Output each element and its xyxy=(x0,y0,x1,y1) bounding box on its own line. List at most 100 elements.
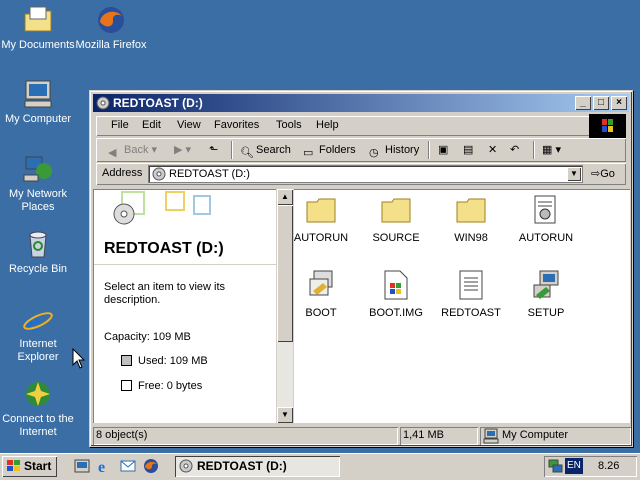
show-desktop-icon[interactable] xyxy=(74,458,90,474)
address-label: Address xyxy=(102,167,143,179)
firefox-icon xyxy=(95,4,127,36)
setup-exe-icon xyxy=(530,269,562,301)
menu-edit[interactable]: Edit xyxy=(142,119,161,131)
internet-explorer-icon: e xyxy=(22,302,54,338)
menu-help[interactable]: Help xyxy=(316,119,339,131)
outlook-express-icon[interactable] xyxy=(120,458,136,474)
file-item[interactable]: AUTORUN xyxy=(511,194,581,244)
network-tray-icon[interactable] xyxy=(547,458,563,474)
title-bar[interactable]: REDTOAST (D:) _ □ × xyxy=(93,94,629,112)
start-button[interactable]: Start xyxy=(2,456,57,477)
maximize-button[interactable]: □ xyxy=(593,96,609,110)
file-item[interactable]: SOURCE xyxy=(361,194,431,244)
address-dropdown-button[interactable]: ▼ xyxy=(567,167,581,181)
image-file-icon xyxy=(380,269,412,301)
up-folder-button[interactable]: ⬑ xyxy=(209,143,218,158)
desktop-icon-recycle-bin[interactable]: Recycle Bin xyxy=(0,228,76,276)
delete-icon: ✕ xyxy=(488,144,498,156)
file-list: AUTORUN SOURCE WIN98 AUTORUN BOOT BOOT.I… xyxy=(294,189,630,423)
desktop-icon-connect-internet[interactable]: Connect to the Internet xyxy=(0,378,76,439)
close-button[interactable]: × xyxy=(611,96,627,110)
internet-explorer-icon[interactable]: e xyxy=(97,458,113,474)
history-icon: ◷ xyxy=(369,147,379,159)
clock[interactable]: 8.26 xyxy=(598,460,619,472)
history-button[interactable]: ◷ History xyxy=(369,143,419,159)
desktop-icon-my-computer[interactable]: My Computer xyxy=(0,78,76,126)
capacity-text: Capacity: 109 MB xyxy=(104,331,191,343)
back-button[interactable]: ◀ Back ▾ xyxy=(108,143,157,159)
my-computer-icon xyxy=(22,78,54,110)
menu-tools[interactable]: Tools xyxy=(276,119,302,131)
desktop-icon-internet-explorer[interactable]: e Internet Explorer xyxy=(0,302,76,364)
copy-to-button[interactable]: ▤ xyxy=(463,143,473,158)
free-legend: Free: 0 bytes xyxy=(121,380,202,392)
svg-text:e: e xyxy=(98,459,105,474)
language-indicator[interactable]: EN xyxy=(565,458,583,474)
move-to-icon: ▣ xyxy=(438,144,449,156)
folder-icon xyxy=(380,194,412,226)
file-item[interactable]: REDTOAST xyxy=(436,269,506,319)
forward-button[interactable]: ▶ ▾ xyxy=(174,143,191,158)
menu-bar: File Edit View Favorites Tools Help xyxy=(96,116,591,136)
system-tray: EN 8.26 xyxy=(544,456,637,477)
back-arrow-icon: ◀ xyxy=(108,147,117,159)
file-item[interactable]: WIN98 xyxy=(436,194,506,244)
desktop-icon-network-places[interactable]: My Network Places xyxy=(0,153,76,214)
minimize-button[interactable]: _ xyxy=(575,96,591,110)
status-size: 1,41 MB xyxy=(400,427,478,445)
taskbar-window-button[interactable]: REDTOAST (D:) xyxy=(175,456,340,477)
file-item[interactable]: BOOT.IMG xyxy=(361,269,431,319)
my-documents-icon xyxy=(22,4,54,36)
menu-file[interactable]: File xyxy=(111,119,129,131)
delete-button[interactable]: ✕ xyxy=(488,143,497,158)
address-field[interactable]: REDTOAST (D:) ▼ xyxy=(148,165,583,183)
mouse-cursor-icon xyxy=(72,348,86,369)
up-folder-icon: ⬑ xyxy=(209,144,219,156)
file-item[interactable]: AUTORUN xyxy=(286,194,356,244)
address-value: REDTOAST (D:) xyxy=(169,168,250,180)
search-button[interactable]: 🔍︎ Search xyxy=(240,143,291,159)
drive-banner-icon xyxy=(113,191,211,225)
connect-internet-icon xyxy=(22,378,54,410)
cd-drive-icon xyxy=(179,459,193,473)
my-computer-icon xyxy=(483,428,499,444)
cd-drive-icon xyxy=(96,96,110,110)
explorer-window: REDTOAST (D:) _ □ × File Edit View Favor… xyxy=(89,90,633,447)
window-title: REDTOAST (D:) xyxy=(113,96,203,110)
folder-icon xyxy=(455,194,487,226)
status-object-count: 8 object(s) xyxy=(93,427,398,445)
used-legend: Used: 109 MB xyxy=(121,355,208,367)
desktop-icon-my-documents[interactable]: My Documents xyxy=(0,4,76,52)
search-icon: 🔍︎ xyxy=(240,147,254,159)
scroll-down-button[interactable]: ▼ xyxy=(277,407,293,423)
views-button[interactable]: ▦ ▾ xyxy=(542,143,561,158)
firefox-icon[interactable] xyxy=(143,458,159,474)
file-item[interactable]: BOOT xyxy=(286,269,356,319)
settings-file-icon xyxy=(530,194,562,226)
taskbar: Start e REDTOAST (D:) EN 8.26 xyxy=(0,453,640,480)
recycle-bin-icon xyxy=(22,228,54,260)
standard-toolbar: ◀ Back ▾ ▶ ▾ ⬑ 🔍︎ Search ▭ Folders ◷ History… xyxy=(96,138,626,162)
text-file-icon xyxy=(455,269,487,301)
free-swatch xyxy=(121,380,132,391)
windows-flag-icon xyxy=(7,460,20,471)
copy-to-icon: ▤ xyxy=(463,144,474,156)
menu-favorites[interactable]: Favorites xyxy=(214,119,259,131)
address-bar: Address REDTOAST (D:) ▼ ⇨Go xyxy=(96,163,626,185)
undo-button[interactable]: ↶ xyxy=(510,143,519,158)
menu-view[interactable]: View xyxy=(177,119,201,131)
batch-file-icon xyxy=(305,269,337,301)
file-item[interactable]: SETUP xyxy=(511,269,581,319)
go-button[interactable]: ⇨Go xyxy=(591,167,615,180)
desktop-icon-firefox[interactable]: Mozilla Firefox xyxy=(73,4,149,52)
network-places-icon xyxy=(22,153,54,185)
views-icon: ▦ ▾ xyxy=(542,144,561,156)
move-to-button[interactable]: ▣ xyxy=(438,143,448,158)
status-bar: 8 object(s) 1,41 MB My Computer xyxy=(93,427,629,445)
folders-button[interactable]: ▭ Folders xyxy=(303,143,356,159)
forward-arrow-icon: ▶ ▾ xyxy=(174,144,192,156)
used-swatch xyxy=(121,355,132,366)
undo-icon: ↶ xyxy=(510,144,520,156)
folder-icon xyxy=(305,194,337,226)
windows-logo-icon xyxy=(589,114,626,138)
